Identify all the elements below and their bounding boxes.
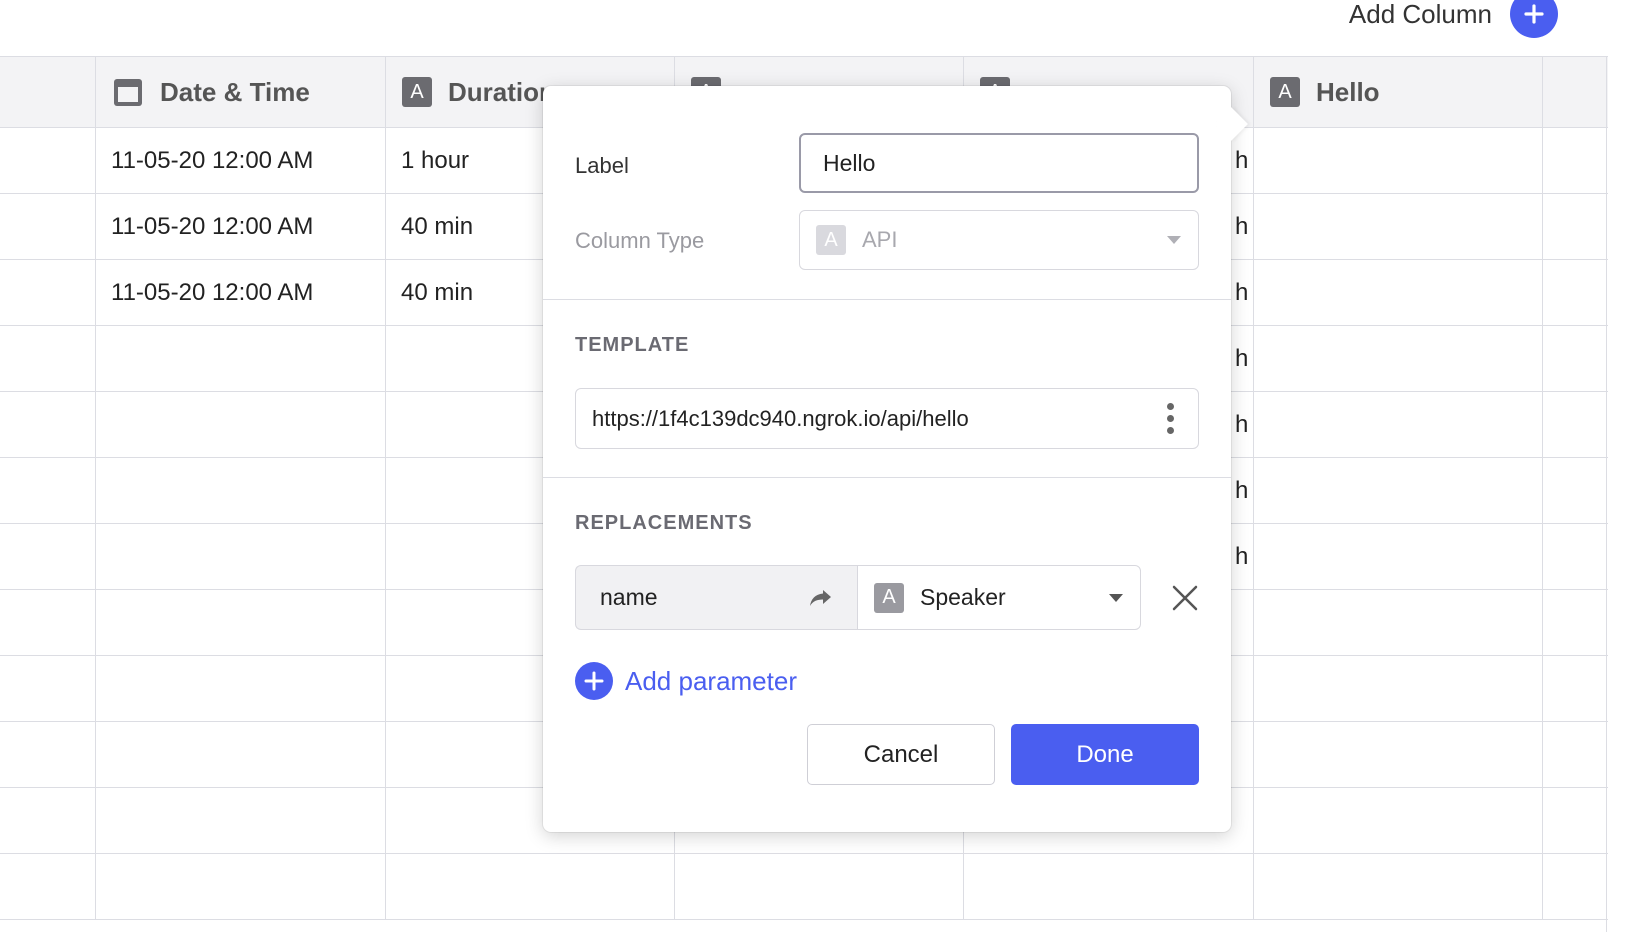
add-column-button[interactable] [1510, 0, 1558, 38]
template-value: https://1f4c139dc940.ngrok.io/api/hello [592, 405, 969, 431]
divider [543, 477, 1231, 478]
table-cell[interactable] [0, 392, 96, 457]
table-cell[interactable] [0, 194, 96, 259]
header-label: Date & Time [160, 76, 310, 107]
divider [543, 299, 1231, 300]
table-cell[interactable] [1253, 194, 1543, 259]
text-type-icon: A [1270, 77, 1300, 107]
table-cell[interactable] [95, 458, 385, 523]
header-cell-date-time[interactable]: Date & Time [95, 57, 385, 127]
plus-icon [575, 662, 613, 700]
grid-edge [1606, 56, 1607, 932]
cancel-button[interactable]: Cancel [807, 724, 995, 785]
header-label: Hello [1316, 76, 1380, 107]
table-cell[interactable] [674, 854, 964, 919]
table-cell[interactable] [1253, 590, 1543, 655]
table-cell[interactable] [95, 524, 385, 589]
column-type-label: Column Type [575, 228, 705, 253]
replacement-column-select[interactable]: A Speaker [857, 565, 1141, 630]
table-cell [1542, 128, 1608, 193]
table-cell[interactable]: 11-05-20 12:00 AM [95, 260, 385, 325]
table-cell[interactable] [0, 656, 96, 721]
table-cell[interactable] [0, 326, 96, 391]
replacement-name: name [600, 584, 658, 610]
done-button[interactable]: Done [1011, 724, 1199, 785]
table-cell[interactable] [1253, 458, 1543, 523]
table-cell[interactable] [385, 854, 675, 919]
template-input[interactable]: https://1f4c139dc940.ngrok.io/api/hello [575, 388, 1199, 449]
column-type-select[interactable]: A API [799, 210, 1199, 270]
replacements-title: REPLACEMENTS [575, 512, 753, 534]
table-cell[interactable]: 11-05-20 12:00 AM [95, 194, 385, 259]
table-cell [1542, 458, 1608, 523]
text-type-icon: A [874, 582, 904, 613]
column-settings-popover: Label Column Type A API TEMPLATE https:/… [543, 86, 1248, 832]
table-cell[interactable] [1253, 854, 1543, 919]
table-cell[interactable] [95, 326, 385, 391]
column-type-value: API [862, 227, 898, 252]
table-cell[interactable] [95, 590, 385, 655]
table-cell[interactable] [0, 722, 96, 787]
table-cell[interactable] [1253, 392, 1543, 457]
header-cell-blank [1542, 57, 1608, 127]
table-cell [1542, 392, 1608, 457]
table-cell [1542, 788, 1608, 853]
table-cell[interactable] [0, 128, 96, 193]
table-cell[interactable] [95, 722, 385, 787]
replacement-column-value: Speaker [920, 584, 1006, 610]
calendar-icon [114, 79, 142, 106]
table-cell[interactable] [0, 788, 96, 853]
table-cell[interactable] [95, 788, 385, 853]
add-parameter-button[interactable]: Add parameter [575, 662, 797, 700]
header-label: Duration [448, 76, 555, 107]
table-cell[interactable] [1253, 260, 1543, 325]
table-cell[interactable] [1253, 656, 1543, 721]
table-cell [1542, 722, 1608, 787]
table-cell [1542, 260, 1608, 325]
plus-icon [1524, 4, 1544, 24]
table-cell[interactable] [1253, 788, 1543, 853]
header-cell-blank[interactable] [0, 57, 96, 127]
table-cell[interactable] [0, 458, 96, 523]
replacement-name-field[interactable]: name [575, 565, 857, 630]
table-cell[interactable] [1253, 128, 1543, 193]
table-cell[interactable] [0, 524, 96, 589]
table-cell[interactable] [0, 260, 96, 325]
table-cell[interactable] [0, 854, 96, 919]
add-column-control: Add Column [1349, 0, 1558, 38]
table-cell[interactable] [95, 854, 385, 919]
add-parameter-label: Add parameter [625, 665, 797, 696]
add-column-label[interactable]: Add Column [1349, 0, 1492, 30]
label-input[interactable] [799, 133, 1199, 193]
table-row [0, 854, 1608, 920]
chevron-down-icon [1109, 593, 1123, 602]
arrow-forward-icon [810, 589, 831, 606]
table-cell [1542, 194, 1608, 259]
template-title: TEMPLATE [575, 334, 690, 356]
label-field-label: Label [575, 153, 629, 178]
table-cell[interactable] [963, 854, 1253, 919]
close-icon[interactable] [1171, 584, 1199, 612]
table-cell[interactable] [0, 590, 96, 655]
table-cell[interactable] [95, 392, 385, 457]
table-cell[interactable]: 11-05-20 12:00 AM [95, 128, 385, 193]
header-cell-hello[interactable]: A Hello [1253, 57, 1543, 127]
table-cell [1542, 656, 1608, 721]
table-cell [1542, 590, 1608, 655]
table-cell[interactable] [1253, 524, 1543, 589]
more-options-icon[interactable] [1159, 403, 1182, 434]
table-cell [1542, 524, 1608, 589]
replacement-row: name A Speaker [575, 565, 1199, 630]
text-type-icon: A [816, 225, 846, 255]
table-cell[interactable] [1253, 722, 1543, 787]
table-cell[interactable] [1253, 326, 1543, 391]
table-cell [1542, 854, 1608, 919]
table-cell [1542, 326, 1608, 391]
chevron-down-icon [1167, 236, 1181, 244]
table-cell[interactable] [95, 656, 385, 721]
text-type-icon: A [402, 77, 432, 107]
